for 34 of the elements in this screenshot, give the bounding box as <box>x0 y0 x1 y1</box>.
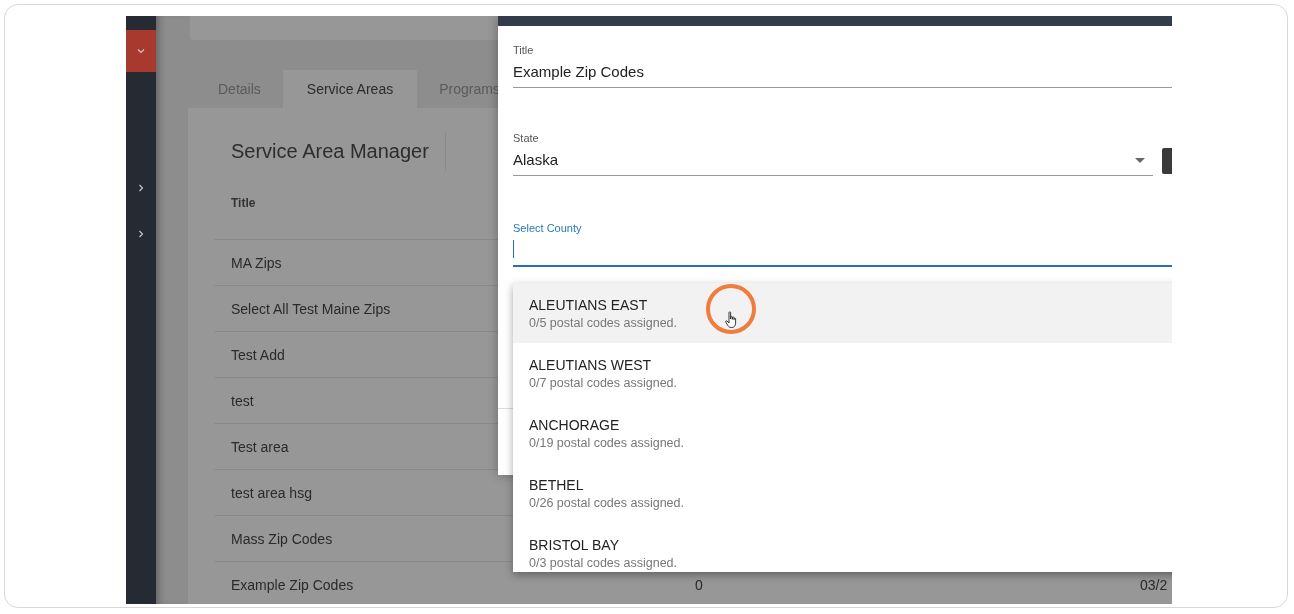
hand-cursor-icon <box>725 311 739 329</box>
dropdown-arrow-icon <box>1135 158 1145 163</box>
chevron-right-icon <box>137 184 145 192</box>
button[interactable] <box>1162 148 1172 174</box>
manager-title: Service Area Manager <box>231 131 446 171</box>
table-cell: 0 <box>695 576 703 593</box>
sidebar-item[interactable] <box>126 30 156 72</box>
county-option[interactable]: ANCHORAGE 0/19 postal codes assigned. <box>513 403 1172 463</box>
chevron-right-icon <box>137 230 145 238</box>
state-select[interactable]: State Alaska <box>513 132 1153 176</box>
county-option[interactable]: ALEUTIANS WEST 0/7 postal codes assigned. <box>513 343 1172 403</box>
column-header: Title <box>231 196 256 210</box>
county-option[interactable]: ALEUTIANS EAST 0/5 postal codes assigned. <box>513 283 1172 343</box>
county-option[interactable]: BETHEL 0/26 postal codes assigned. <box>513 463 1172 523</box>
table-cell: Select All Test Maine Zips <box>231 300 391 317</box>
table-cell: test area hsg <box>231 484 312 501</box>
table-cell: MA Zips <box>231 254 282 271</box>
text-cursor <box>513 240 514 258</box>
tab[interactable]: Service Areas <box>282 70 418 108</box>
field-label: State <box>513 132 540 144</box>
input-field[interactable]: Title Example Zip Codes <box>513 44 1172 88</box>
table-cell: 03/2 <box>1140 576 1168 593</box>
field-label: Select County <box>513 222 583 234</box>
field-label: Title <box>513 44 535 56</box>
chevron-down-icon <box>137 47 145 55</box>
field-value: Alaska <box>513 150 559 168</box>
table-cell: Test Add <box>231 346 285 363</box>
table-cell: Mass Zip Codes <box>231 530 333 547</box>
table-cell: test <box>231 392 254 409</box>
input-field[interactable]: Select County <box>513 222 1172 267</box>
field-value: Example Zip Codes <box>513 62 644 80</box>
county-option[interactable]: BRISTOL BAY 0/3 postal codes assigned. <box>513 523 1172 572</box>
table-cell: Test area <box>231 438 289 455</box>
table-cell: Example Zip Codes <box>231 576 354 593</box>
